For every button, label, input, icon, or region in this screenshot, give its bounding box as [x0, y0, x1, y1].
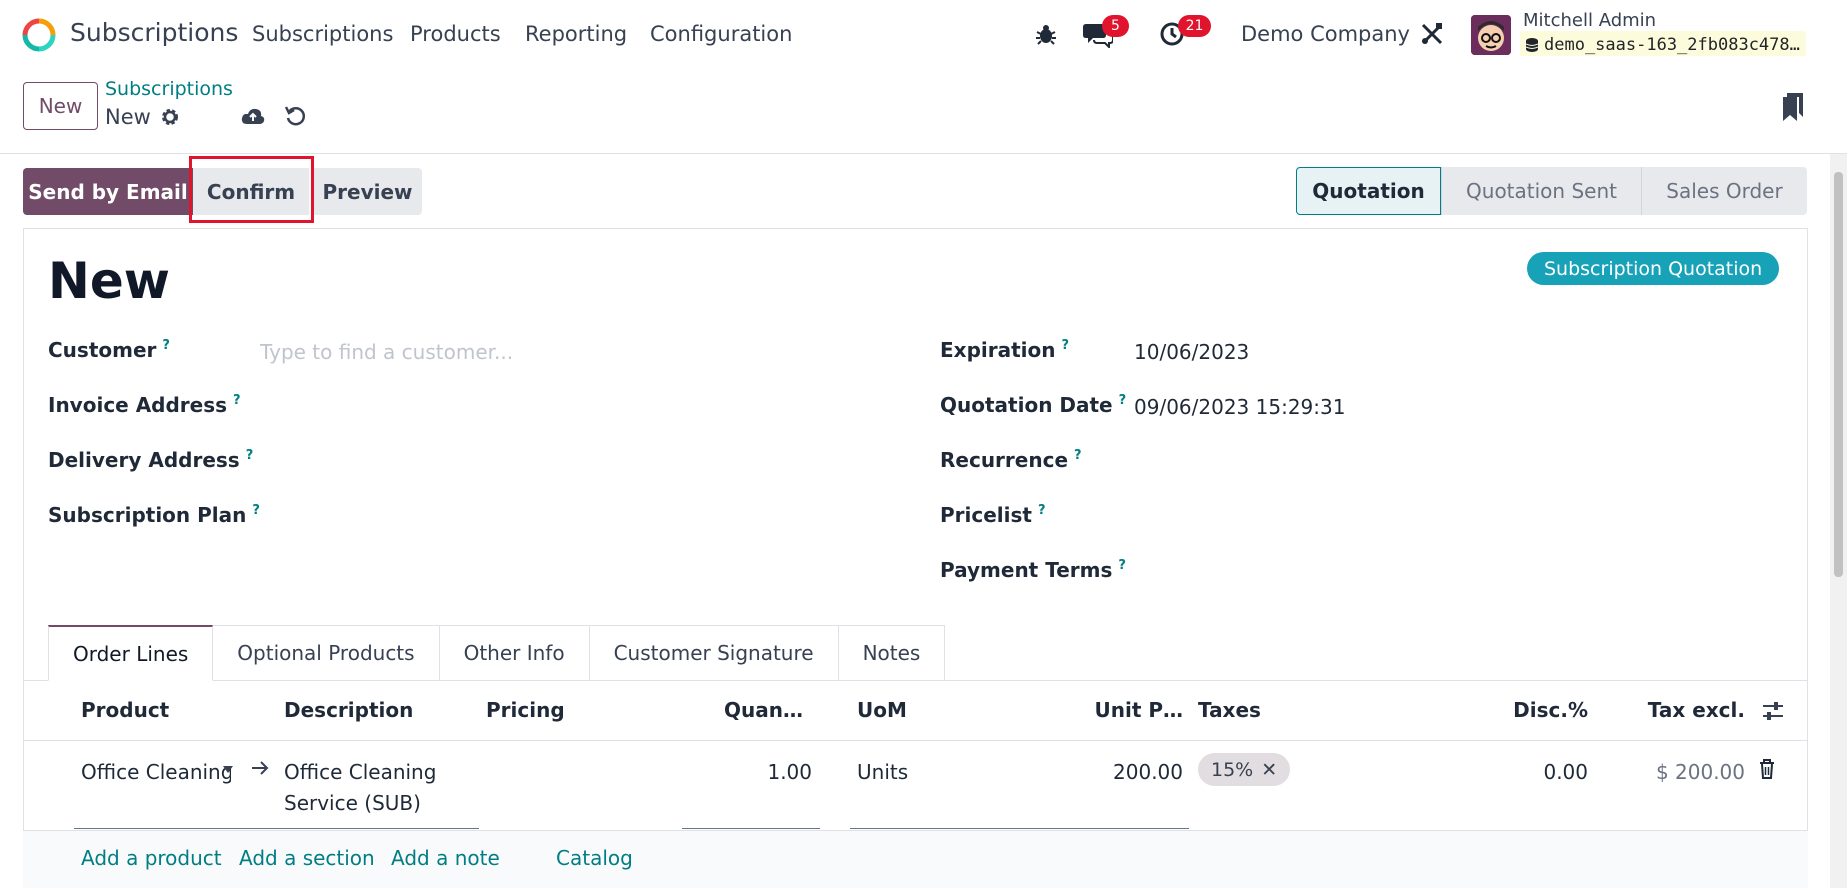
header-uom[interactable]: UoM [857, 698, 907, 722]
arrow-right-icon[interactable] [251, 760, 269, 776]
edit-underline-quantity [682, 828, 820, 829]
tab-other-info[interactable]: Other Info [439, 625, 590, 681]
scrollbar-thumb[interactable] [1834, 172, 1843, 577]
edit-underline-product [74, 828, 479, 829]
discard-icon[interactable] [284, 105, 306, 127]
expiration-label: Expiration? [940, 338, 1070, 362]
invoice-address-label: Invoice Address? [48, 393, 241, 417]
messages-badge: 5 [1102, 15, 1129, 37]
menu-reporting[interactable]: Reporting [525, 22, 627, 46]
tab-customer-signature[interactable]: Customer Signature [589, 625, 839, 681]
add-note-link[interactable]: Add a note [391, 846, 500, 870]
customer-input[interactable]: Type to find a customer... [260, 340, 513, 364]
database-chip: demo_saas-163_2fb083c478… [1520, 31, 1806, 56]
bug-icon[interactable] [1035, 23, 1057, 45]
column-settings-icon[interactable] [1762, 700, 1784, 722]
preview-button[interactable]: Preview [313, 168, 422, 215]
avatar-face-icon [1471, 15, 1511, 55]
cloud-upload-icon[interactable] [241, 106, 265, 126]
quotation-date-label: Quotation Date? [940, 393, 1127, 417]
stage-sales-order[interactable]: Sales Order [1641, 167, 1807, 215]
database-name: demo_saas-163_2fb083c478… [1544, 34, 1800, 55]
header-divider [23, 740, 1808, 741]
row-discount[interactable]: 0.00 [1543, 757, 1588, 788]
gear-icon[interactable] [160, 107, 180, 127]
pricelist-label: Pricelist? [940, 503, 1046, 527]
send-by-email-button[interactable]: Send by Email [23, 168, 193, 215]
menu-subscriptions[interactable]: Subscriptions [252, 22, 393, 46]
tab-order-lines[interactable]: Order Lines [48, 625, 214, 681]
header-description[interactable]: Description [284, 698, 413, 722]
customer-label: Customer? [48, 338, 170, 362]
add-product-link[interactable]: Add a product [81, 846, 222, 870]
bookmark-icon[interactable] [1783, 93, 1803, 121]
subscription-plan-label: Subscription Plan? [48, 503, 260, 527]
notebook-tabs: Order Lines Optional Products Other Info… [48, 625, 946, 681]
top-navbar: Subscriptions Subscriptions Products Rep… [0, 0, 1847, 68]
header-product[interactable]: Product [81, 698, 169, 722]
stage-quotation-sent[interactable]: Quotation Sent [1441, 167, 1641, 215]
tools-icon[interactable] [1420, 22, 1444, 46]
quotation-date-field[interactable]: 09/06/2023 15:29:31 [1134, 395, 1345, 419]
row-description-line1[interactable]: Office Cleaning [284, 757, 436, 788]
expiration-field[interactable]: 10/06/2023 [1134, 340, 1249, 364]
header-unit-price[interactable]: Unit P… [1094, 698, 1183, 722]
delivery-address-label: Delivery Address? [48, 448, 254, 472]
row-unit-price[interactable]: 200.00 [1113, 757, 1183, 788]
activities-badge: 21 [1178, 15, 1211, 37]
row-uom[interactable]: Units [857, 757, 908, 788]
recurrence-label: Recurrence? [940, 448, 1082, 472]
tax-tag-label: 15% [1211, 758, 1254, 781]
company-switcher[interactable]: Demo Company [1241, 22, 1410, 46]
new-button[interactable]: New [23, 82, 98, 130]
stage-quotation[interactable]: Quotation [1296, 167, 1441, 215]
menu-products[interactable]: Products [410, 22, 501, 46]
tab-optional-products[interactable]: Optional Products [213, 625, 440, 681]
payment-terms-label: Payment Terms? [940, 558, 1126, 582]
control-panel: New Subscriptions New [0, 68, 1847, 154]
user-name[interactable]: Mitchell Admin [1523, 10, 1656, 31]
record-title[interactable]: New [48, 252, 170, 310]
row-description-line2[interactable]: Service (SUB) [284, 788, 421, 819]
catalog-link[interactable]: Catalog [556, 846, 633, 870]
breadcrumb-parent[interactable]: Subscriptions [105, 78, 233, 100]
row-quantity[interactable]: 1.00 [767, 757, 812, 788]
dropdown-caret-icon[interactable] [223, 766, 233, 774]
menu-configuration[interactable]: Configuration [650, 22, 792, 46]
subscriptions-app-icon[interactable] [22, 18, 56, 52]
row-subtotal: $ 200.00 [1655, 760, 1745, 784]
app-name[interactable]: Subscriptions [70, 18, 238, 47]
header-quantity[interactable]: Quan… [724, 698, 803, 722]
add-section-link[interactable]: Add a section [239, 846, 375, 870]
confirm-highlight [189, 156, 314, 223]
remove-tax-icon[interactable]: ✕ [1261, 759, 1277, 781]
user-avatar[interactable] [1471, 15, 1511, 55]
edit-underline-uom [850, 828, 1189, 829]
header-taxes[interactable]: Taxes [1198, 698, 1261, 722]
database-icon [1526, 37, 1538, 52]
subscription-quotation-tag: Subscription Quotation [1527, 252, 1780, 285]
trash-icon[interactable] [1759, 759, 1775, 779]
status-bar: Quotation Quotation Sent Sales Order [1296, 167, 1807, 215]
breadcrumb-current: New [105, 105, 151, 129]
tab-notes[interactable]: Notes [838, 625, 946, 681]
tax-tag[interactable]: 15% ✕ [1198, 753, 1291, 786]
row-product[interactable]: Office Cleaning S [81, 757, 231, 788]
header-discount[interactable]: Disc.% [1513, 698, 1588, 722]
header-tax-excl[interactable]: Tax excl. [1648, 698, 1745, 722]
header-pricing[interactable]: Pricing [486, 698, 565, 722]
